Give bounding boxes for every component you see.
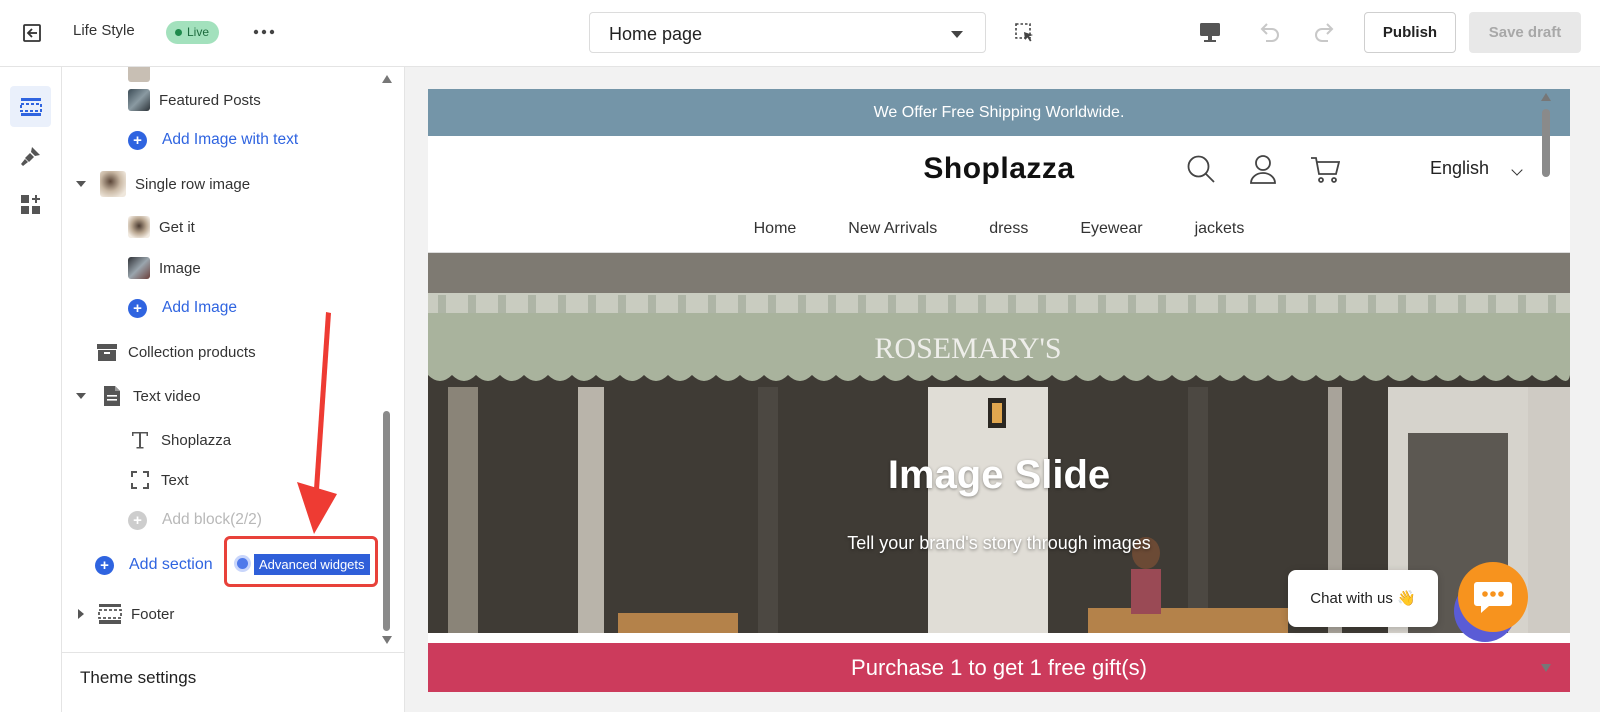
add-block-button[interactable]: + Add block(2/2) xyxy=(128,502,262,538)
scroll-up-icon[interactable] xyxy=(382,75,392,83)
apps-icon[interactable] xyxy=(10,184,51,225)
chat-bubble[interactable]: Chat with us 👋 xyxy=(1288,570,1438,627)
add-label: Add block(2/2) xyxy=(162,511,262,528)
section-single-row-image[interactable]: Single row image xyxy=(76,166,250,202)
store-name: Life Style xyxy=(73,22,135,39)
block-label: Featured Posts xyxy=(159,91,261,109)
image-thumbnail xyxy=(128,257,150,279)
plus-circle-icon: + xyxy=(128,298,147,318)
language-selector[interactable]: English xyxy=(1430,158,1489,179)
inspect-select-icon[interactable] xyxy=(1014,22,1036,44)
cart-icon[interactable] xyxy=(1310,154,1341,184)
nav-link-new-arrivals[interactable]: New Arrivals xyxy=(848,220,937,238)
plus-circle-icon: + xyxy=(128,510,147,530)
desktop-view-icon[interactable] xyxy=(1197,20,1223,44)
add-label: Add section xyxy=(129,556,213,573)
scrollbar-thumb[interactable] xyxy=(1542,109,1550,177)
plus-circle-icon: + xyxy=(128,130,147,150)
get-it-thumbnail xyxy=(128,216,150,238)
add-section-button[interactable]: + Add section xyxy=(95,547,213,583)
featured-posts-thumbnail xyxy=(128,89,150,111)
live-dot-icon xyxy=(175,29,182,36)
expand-caret-icon[interactable] xyxy=(78,609,84,619)
section-collection-products[interactable]: Collection products xyxy=(95,334,256,370)
block-label: Image xyxy=(159,259,201,277)
document-icon xyxy=(100,385,124,407)
divider xyxy=(62,652,404,653)
text-frame-icon xyxy=(128,469,152,491)
sections-sidebar: Featured Posts + Add Image with text Sin… xyxy=(62,67,405,712)
section-label: Collection products xyxy=(128,343,256,361)
add-label: Add Image xyxy=(162,299,237,316)
sidebar-scrollbar[interactable] xyxy=(380,71,392,651)
collapse-caret-icon[interactable] xyxy=(76,181,86,187)
block-shoplazza[interactable]: Shoplazza xyxy=(128,422,231,458)
redo-icon[interactable] xyxy=(1312,20,1338,44)
pointer-dot-icon xyxy=(237,558,248,569)
sections-icon[interactable] xyxy=(10,86,51,127)
single-row-image-thumbnail xyxy=(100,171,126,197)
section-label: Single row image xyxy=(135,175,251,193)
promo-bar[interactable]: Purchase 1 to get 1 free gift(s) xyxy=(428,643,1570,692)
collection-box-icon xyxy=(95,341,119,363)
block-label: Text xyxy=(161,471,189,489)
nav-link-eyewear[interactable]: Eyewear xyxy=(1080,220,1142,238)
status-badge-label: Live xyxy=(187,25,210,39)
scroll-up-icon[interactable] xyxy=(1541,93,1551,101)
exit-editor-icon[interactable] xyxy=(20,21,44,45)
block-get-it[interactable]: Get it xyxy=(128,209,195,245)
page-selector[interactable]: Home page xyxy=(589,12,986,53)
nav-link-dress[interactable]: dress xyxy=(989,220,1028,238)
block-label: Shoplazza xyxy=(161,431,232,449)
scroll-down-icon[interactable] xyxy=(382,636,392,644)
section-label: Text video xyxy=(133,387,201,405)
caret-down-icon xyxy=(951,31,963,38)
advanced-widgets-tag[interactable]: Advanced widgets xyxy=(254,554,370,575)
section-text-video[interactable]: Text video xyxy=(76,378,201,414)
text-t-icon xyxy=(128,429,152,451)
nav-link-home[interactable]: Home xyxy=(754,220,797,238)
theme-settings-link[interactable]: Theme settings xyxy=(80,668,196,688)
add-image-button[interactable]: + Add Image xyxy=(128,290,237,326)
hero-subtitle[interactable]: Tell your brand's story through images xyxy=(428,533,1570,554)
block-image[interactable]: Image xyxy=(128,250,201,286)
scrollbar-thumb[interactable] xyxy=(383,411,390,631)
add-label: Add Image with text xyxy=(162,131,299,148)
nav-link-jackets[interactable]: jackets xyxy=(1195,220,1245,238)
undo-icon[interactable] xyxy=(1256,20,1282,44)
status-badge: Live xyxy=(166,21,220,44)
top-bar: Life Style Live Home page Publish Save d… xyxy=(0,0,1600,67)
chat-button[interactable] xyxy=(1458,562,1528,632)
account-icon[interactable] xyxy=(1248,154,1278,184)
add-image-with-text-button[interactable]: + Add Image with text xyxy=(128,122,298,158)
page-selector-value: Home page xyxy=(609,24,703,44)
block-label: Get it xyxy=(159,218,195,236)
store-header: Shoplazza English xyxy=(428,136,1570,206)
store-nav: Home New Arrivals dress Eyewear jackets xyxy=(428,206,1570,253)
store-logo[interactable]: Shoplazza xyxy=(428,152,1570,186)
footer-layout-icon xyxy=(98,603,122,625)
section-label: Footer xyxy=(131,605,175,623)
collapse-caret-icon[interactable] xyxy=(76,393,86,399)
hero-title[interactable]: Image Slide xyxy=(428,453,1570,498)
section-footer[interactable]: Footer xyxy=(76,596,174,632)
more-options-icon[interactable] xyxy=(252,22,276,42)
search-icon[interactable] xyxy=(1186,154,1216,184)
block-text[interactable]: Text xyxy=(128,462,189,498)
hero-sign-text: ROSEMARY'S xyxy=(874,332,1061,365)
announcement-bar[interactable]: We Offer Free Shipping Worldwide. xyxy=(428,89,1570,136)
theme-brush-icon[interactable] xyxy=(10,135,51,176)
block-thumbnail xyxy=(128,67,150,82)
chat-icon xyxy=(1474,582,1512,613)
scroll-down-icon[interactable] xyxy=(1541,664,1551,672)
save-draft-button[interactable]: Save draft xyxy=(1469,12,1581,53)
plus-circle-icon: + xyxy=(95,555,114,575)
left-rail xyxy=(0,67,62,712)
block-featured-posts[interactable]: Featured Posts xyxy=(128,82,261,118)
publish-button[interactable]: Publish xyxy=(1364,12,1456,53)
preview-scrollbar[interactable] xyxy=(1538,89,1554,692)
